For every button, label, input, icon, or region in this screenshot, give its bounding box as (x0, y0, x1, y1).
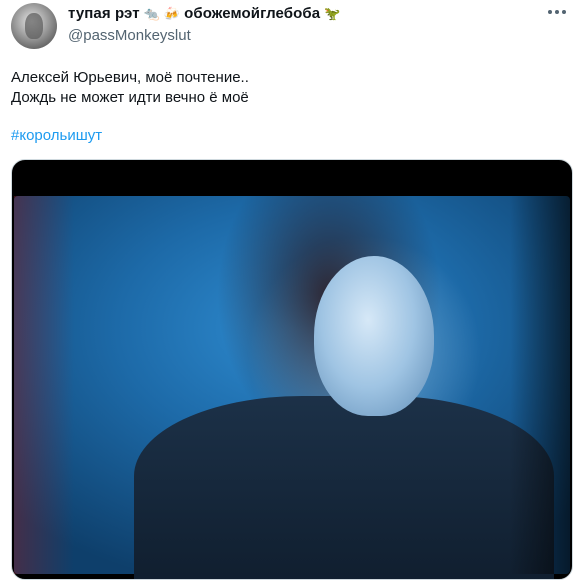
photo-edge-left (14, 196, 74, 574)
beer-emoji: 🍻 (163, 5, 181, 21)
photo-edge-right (510, 196, 570, 574)
display-name-extra[interactable]: обожемойглебоба (184, 5, 320, 22)
hashtag-link[interactable]: #корольишут (11, 127, 102, 144)
avatar[interactable] (11, 3, 57, 49)
user-handle[interactable]: @passMonkeyslut (68, 27, 191, 44)
display-name[interactable]: тупая рэт (68, 5, 140, 22)
dinosaur-emoji: 🦖 (324, 5, 341, 21)
more-options-icon[interactable] (548, 10, 566, 14)
tweet-text-line: Алексей Юрьевич, моё почтение.. (11, 69, 249, 86)
author-name-row[interactable]: тупая рэт 🐀 🍻 обожемойглебоба 🦖 (68, 5, 340, 22)
tweet-text-line: Дождь не может идти вечно ё моё (11, 89, 249, 106)
tweet-text: Алексей Юрьевич, моё почтение.. Дождь не… (11, 68, 571, 108)
rat-emoji: 🐀 (143, 5, 160, 21)
photo-scene (14, 196, 570, 579)
photo-coat (134, 396, 554, 579)
photo-face (314, 256, 434, 416)
tweet-media-image[interactable] (11, 159, 573, 580)
